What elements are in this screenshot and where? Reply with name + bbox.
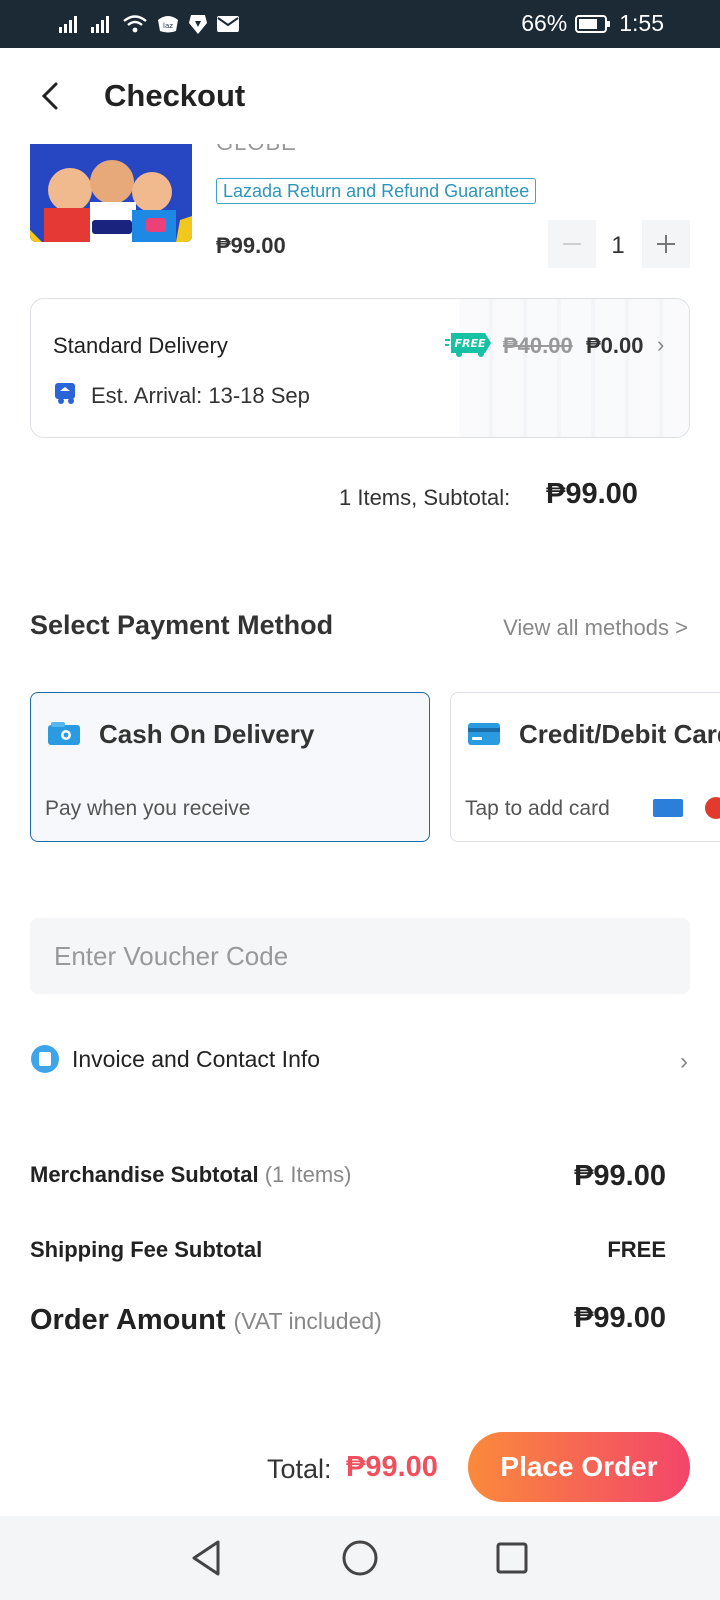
payment-option-subtitle: Tap to add card bbox=[465, 797, 610, 820]
nav-recents-button[interactable] bbox=[490, 1536, 534, 1580]
signal-icon bbox=[90, 12, 114, 36]
mastercard-logo-icon bbox=[705, 797, 720, 819]
vat-note: (VAT included) bbox=[233, 1308, 382, 1334]
minus-icon bbox=[563, 243, 581, 245]
delivery-title: Standard Delivery bbox=[53, 333, 228, 358]
invoice-contact-row[interactable]: Invoice and Contact Info › bbox=[30, 1036, 690, 1086]
battery-percent: 66% bbox=[521, 10, 568, 36]
quantity-value: 1 bbox=[611, 232, 625, 259]
order-amount-value: ₱99.00 bbox=[574, 1302, 666, 1334]
total-label: Total: bbox=[267, 1454, 332, 1484]
status-bar: laz 66% 1:55 bbox=[0, 0, 720, 48]
view-all-methods-link[interactable]: View all methods > bbox=[503, 615, 688, 641]
page-title: Checkout bbox=[104, 78, 246, 113]
place-order-button[interactable]: Place Order bbox=[468, 1432, 690, 1502]
page-header: Checkout bbox=[0, 48, 720, 144]
invoice-icon bbox=[30, 1044, 60, 1074]
clock: 1:55 bbox=[619, 10, 664, 36]
payment-option-card[interactable]: Credit/Debit Card Tap to add card bbox=[450, 692, 720, 842]
chevron-right-icon: › bbox=[657, 332, 665, 357]
original-shipping-fee: ₱40.00 bbox=[503, 333, 573, 358]
subtotal-value: ₱99.00 bbox=[546, 478, 638, 510]
battery-icon bbox=[575, 12, 611, 36]
cash-icon bbox=[47, 721, 81, 747]
triangle-back-icon bbox=[192, 1540, 220, 1576]
plus-icon bbox=[657, 235, 675, 253]
brave-icon bbox=[188, 12, 208, 36]
chevron-left-icon bbox=[41, 82, 58, 110]
status-icons-left: laz bbox=[58, 12, 240, 36]
map-background bbox=[459, 299, 689, 437]
invoice-label: Invoice and Contact Info bbox=[72, 1046, 321, 1072]
credit-card-icon bbox=[467, 721, 501, 747]
delivery-truck-icon bbox=[53, 379, 79, 405]
order-amount-label: Order Amount (VAT included) bbox=[30, 1304, 382, 1337]
shipping-fee-subtotal-value: FREE bbox=[607, 1237, 666, 1262]
merchandise-subtotal-label: Merchandise Subtotal (1 Items) bbox=[30, 1162, 352, 1188]
free-badge-text: FREE bbox=[454, 337, 485, 350]
voucher-code-input[interactable] bbox=[30, 918, 690, 994]
shipping-fee-subtotal-label: Shipping Fee Subtotal bbox=[30, 1237, 263, 1262]
order-amount-text: Order Amount bbox=[30, 1304, 226, 1336]
total-value: ₱99.00 bbox=[346, 1451, 438, 1483]
amex-logo-icon bbox=[653, 799, 683, 817]
subtotal-label: 1 Items, Subtotal: bbox=[339, 485, 511, 510]
payment-heading: Select Payment Method bbox=[30, 610, 334, 640]
payment-option-title: Cash On Delivery bbox=[99, 719, 315, 749]
circle-home-icon bbox=[342, 1540, 378, 1576]
chevron-right-icon: › bbox=[680, 1048, 688, 1075]
square-recents-icon bbox=[496, 1542, 528, 1574]
product-price: ₱99.00 bbox=[216, 233, 286, 258]
merchandise-item-count: (1 Items) bbox=[264, 1162, 352, 1187]
signal-icon bbox=[58, 12, 82, 36]
wifi-icon bbox=[122, 12, 148, 36]
quantity-decrease-button[interactable] bbox=[548, 220, 596, 268]
merchandise-subtotal-value: ₱99.00 bbox=[574, 1160, 666, 1192]
nav-back-button[interactable] bbox=[184, 1536, 228, 1580]
nav-home-button[interactable] bbox=[338, 1536, 382, 1580]
guarantee-tag: Lazada Return and Refund Guarantee bbox=[216, 178, 537, 204]
lazada-app-icon: laz bbox=[156, 12, 180, 36]
back-button[interactable] bbox=[30, 74, 70, 118]
svg-text:laz: laz bbox=[163, 22, 173, 30]
payment-option-subtitle: Pay when you receive bbox=[45, 797, 251, 820]
delivery-option-card[interactable]: Standard Delivery FREE ₱40.00 ₱0.00 › Es… bbox=[30, 298, 690, 438]
payment-option-title: Credit/Debit Card bbox=[519, 719, 720, 749]
shipping-fee: ₱0.00 bbox=[586, 333, 644, 358]
quantity-increase-button[interactable] bbox=[642, 220, 690, 268]
free-shipping-badge: FREE bbox=[445, 329, 493, 357]
estimated-arrival: Est. Arrival: 13-18 Sep bbox=[91, 383, 310, 408]
status-icons-right: 66% 1:55 bbox=[521, 10, 664, 37]
payment-option-cod[interactable]: Cash On Delivery Pay when you receive bbox=[30, 692, 430, 842]
system-navigation-bar bbox=[0, 1516, 720, 1600]
mail-icon bbox=[216, 12, 240, 36]
merchandise-subtotal-text: Merchandise Subtotal bbox=[30, 1162, 259, 1187]
